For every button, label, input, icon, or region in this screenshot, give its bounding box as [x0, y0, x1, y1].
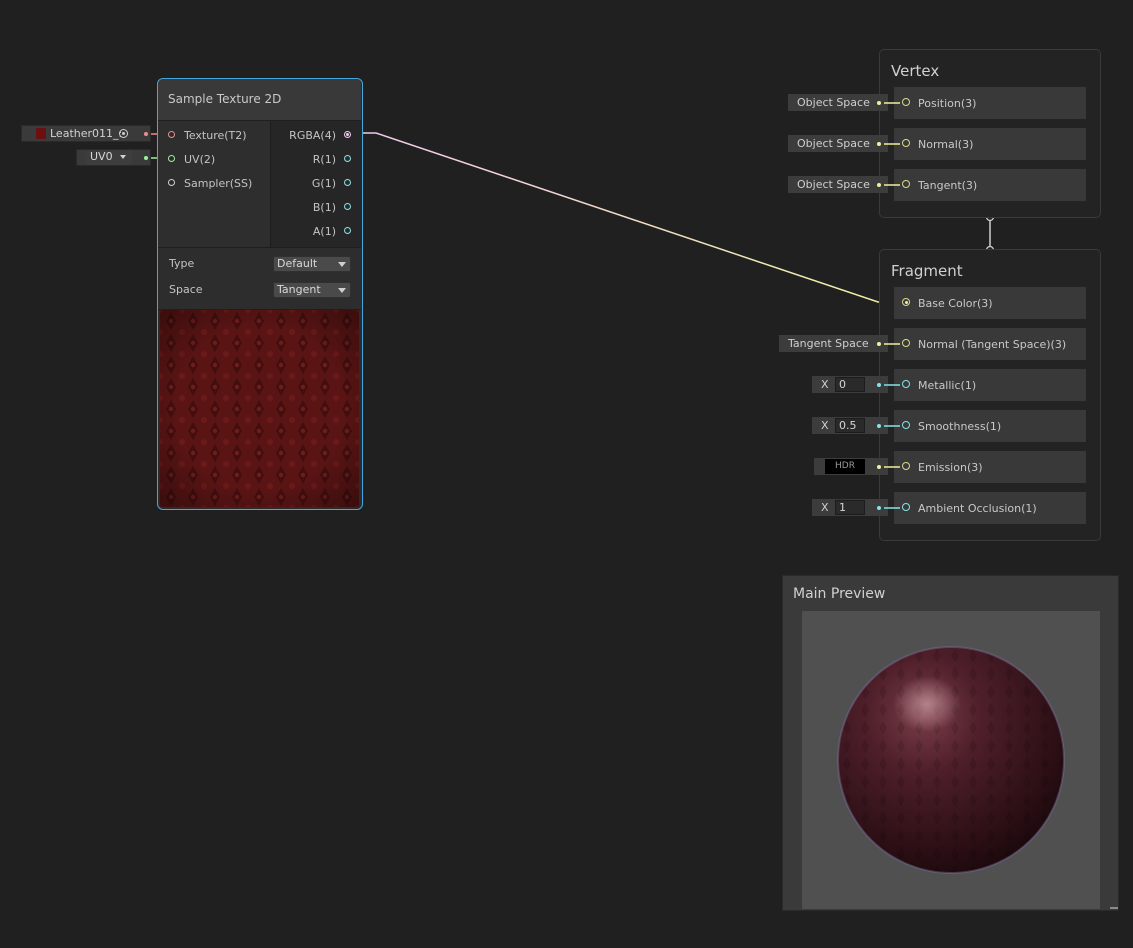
rgba-output-label: RGBA(4) [289, 129, 336, 142]
normal-ts-slot[interactable]: Normal (Tangent Space)(3) [894, 328, 1086, 360]
emission-color-field[interactable]: HDR [825, 459, 865, 474]
node-header[interactable]: Sample Texture 2D [158, 79, 361, 121]
b-output-label: B(1) [312, 201, 336, 214]
chevron-down-icon [338, 262, 346, 267]
rgba-to-basecolor-wire [352, 132, 904, 303]
position-space-input[interactable]: Object Space [788, 94, 888, 111]
type-label: Type [169, 257, 195, 270]
vertex-input-wires [884, 102, 900, 186]
preview-sphere [837, 646, 1065, 874]
emission-input[interactable]: HDR [814, 458, 888, 475]
r-output-label: R(1) [312, 153, 336, 166]
uv-inline-dot [144, 156, 148, 160]
a-output-port[interactable] [344, 227, 351, 234]
a-output-label: A(1) [312, 225, 336, 238]
chevron-down-icon [120, 155, 126, 159]
tangent-space-input[interactable]: Object Space [788, 176, 888, 193]
emission-slot[interactable]: Emission(3) [894, 451, 1086, 483]
ambient-occlusion-value-field[interactable]: 1 [835, 500, 865, 515]
texture-input-label: Texture(T2) [184, 129, 247, 142]
normal-ts-space-input[interactable]: Tangent Space [779, 335, 888, 352]
metallic-slot[interactable]: Metallic(1) [894, 369, 1086, 401]
uv-inline-field[interactable]: UV0 [76, 149, 151, 166]
chevron-down-icon [338, 288, 346, 293]
texture-inline-field[interactable]: Leather011_: [21, 125, 151, 142]
uv-input-port[interactable] [168, 155, 175, 162]
g-output-port[interactable] [344, 179, 351, 186]
smoothness-input[interactable]: X 0.5 [812, 417, 888, 434]
b-output-port[interactable] [344, 203, 351, 210]
tangent-slot[interactable]: Tangent(3) [894, 169, 1086, 201]
g-output-label: G(1) [311, 177, 336, 190]
fragment-title: Fragment [891, 262, 963, 280]
normal-space-input[interactable]: Object Space [788, 135, 888, 152]
main-preview-header[interactable]: Main Preview [783, 576, 1118, 610]
space-label: Space [169, 283, 203, 296]
node-title: Sample Texture 2D [168, 92, 282, 106]
fragment-input-wires [884, 343, 900, 509]
texture-swatch-icon [36, 128, 46, 139]
type-dropdown[interactable]: Default [273, 256, 351, 272]
ambient-occlusion-slot[interactable]: Ambient Occlusion(1) [894, 492, 1086, 524]
space-dropdown[interactable]: Tangent [273, 282, 351, 298]
main-preview-title: Main Preview [793, 586, 886, 602]
metallic-value-field[interactable]: 0 [835, 377, 865, 392]
metallic-input[interactable]: X 0 [812, 376, 888, 393]
ambient-occlusion-input[interactable]: X 1 [812, 499, 888, 516]
main-preview-window[interactable]: Main Preview [782, 575, 1119, 911]
preview-viewport[interactable] [802, 611, 1100, 909]
resize-handle-icon[interactable] [1110, 907, 1118, 909]
sampler-input-label: Sampler(SS) [184, 177, 253, 190]
vertex-title: Vertex [891, 62, 940, 80]
sampler-input-port[interactable] [168, 179, 175, 186]
normal-slot[interactable]: Normal(3) [894, 128, 1086, 160]
texture-preview [160, 310, 359, 507]
smoothness-value-field[interactable]: 0.5 [835, 418, 865, 433]
sample-texture-2d-node[interactable]: Sample Texture 2D Texture(T2) UV(2) Samp… [157, 78, 363, 510]
texture-input-port[interactable] [168, 131, 175, 138]
position-slot[interactable]: Position(3) [894, 87, 1086, 119]
base-color-slot[interactable]: Base Color(3) [894, 287, 1086, 319]
smoothness-slot[interactable]: Smoothness(1) [894, 410, 1086, 442]
uv-input-label: UV(2) [184, 153, 216, 166]
texture-inline-dot [144, 132, 148, 136]
r-output-port[interactable] [344, 155, 351, 162]
uv-channel-dropdown[interactable]: UV0 [86, 150, 132, 165]
